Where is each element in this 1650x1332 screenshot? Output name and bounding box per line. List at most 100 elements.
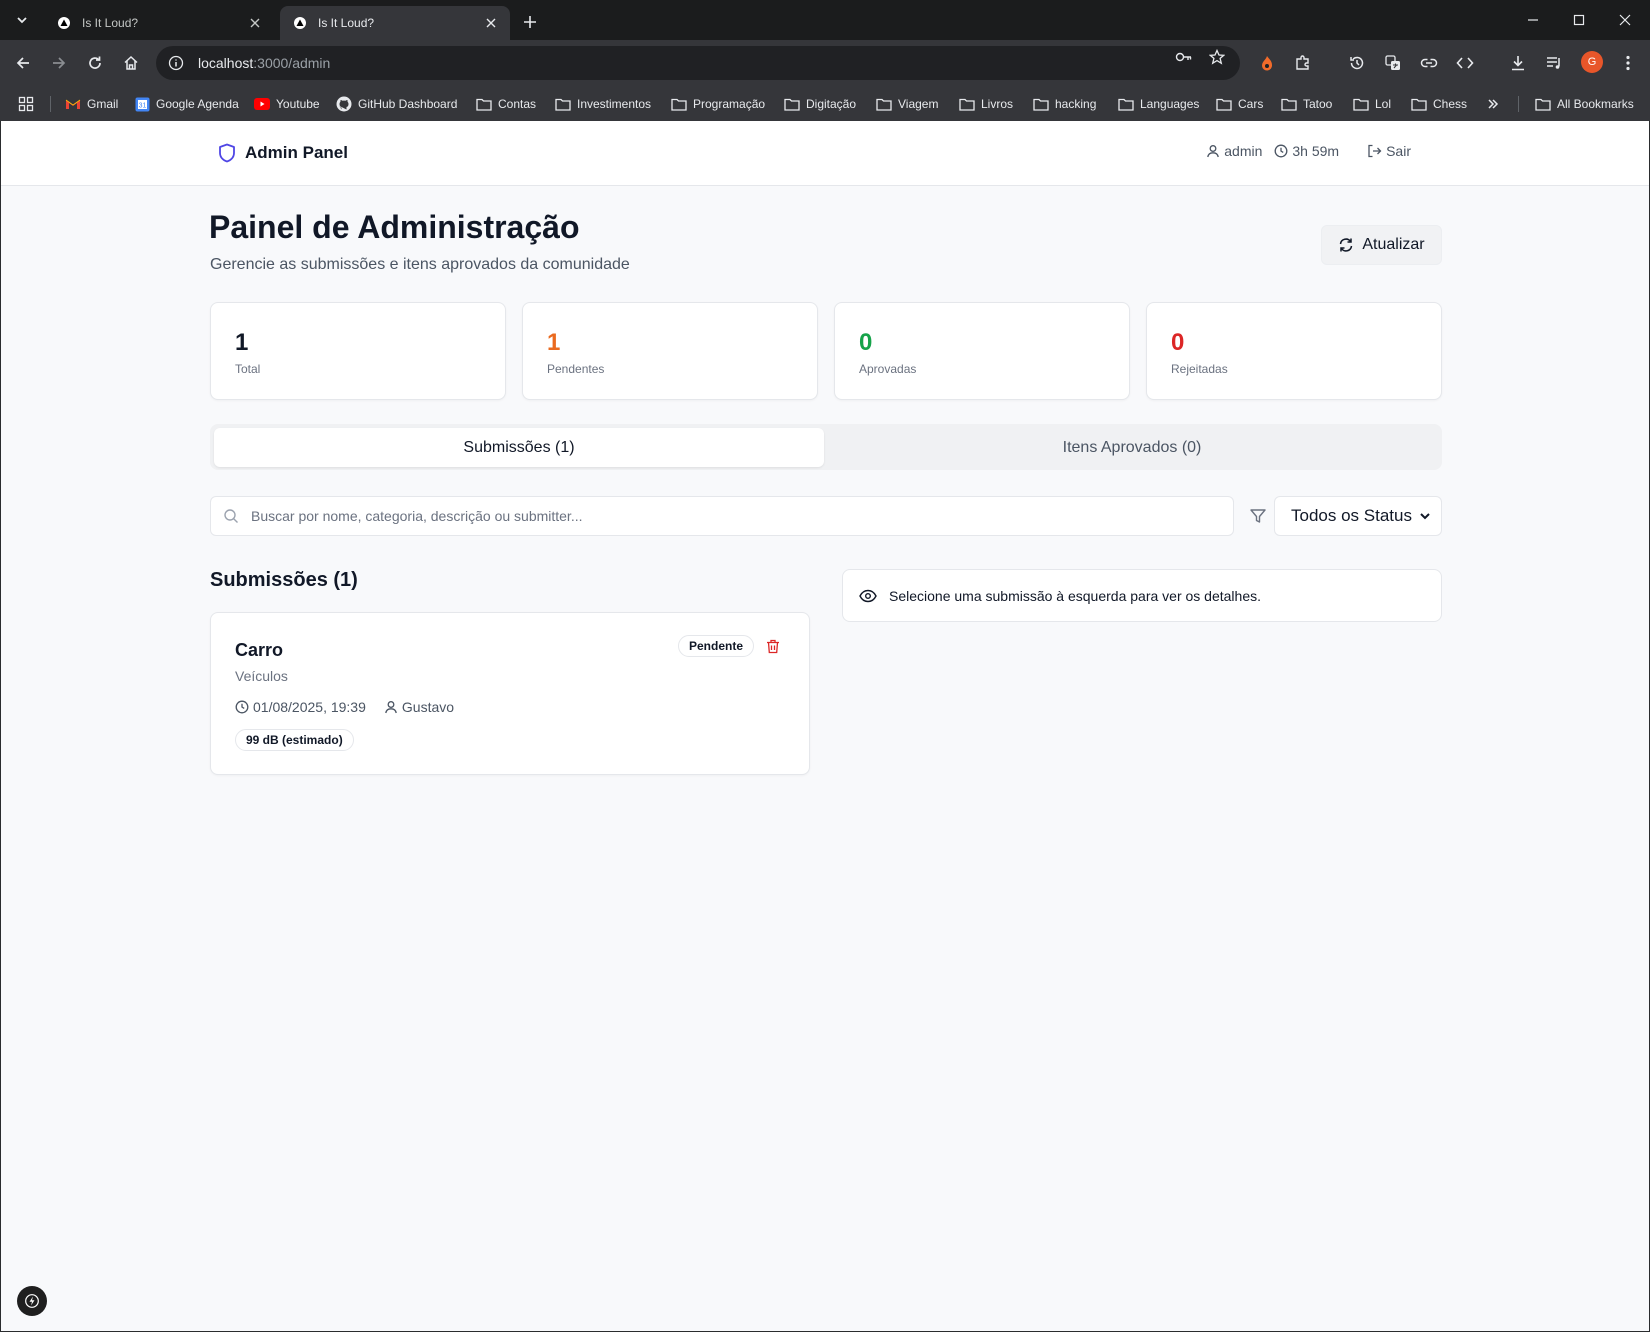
stat-label: Rejeitadas — [1171, 362, 1228, 376]
all-bookmarks-label: All Bookmarks — [1557, 97, 1634, 111]
close-tab-icon[interactable] — [246, 14, 264, 32]
history-button[interactable] — [1343, 49, 1371, 77]
folder-icon — [1033, 96, 1049, 112]
dev-tools-indicator[interactable] — [17, 1286, 47, 1316]
folder-icon — [1281, 96, 1297, 112]
close-window-button[interactable] — [1602, 0, 1648, 40]
brand-title: Admin Panel — [245, 143, 348, 162]
bookmark-folder-cars[interactable]: Cars — [1216, 94, 1263, 114]
status-badge: Pendente — [678, 635, 755, 657]
clock-icon — [1274, 144, 1288, 158]
history-icon — [1350, 56, 1364, 70]
bookmark-label: Lol — [1375, 97, 1392, 111]
username: admin — [1224, 143, 1263, 159]
site-info-icon[interactable] — [168, 55, 184, 71]
bookmark-label: Investimentos — [577, 97, 652, 111]
bookmark-folder-contas[interactable]: Contas — [476, 94, 536, 114]
devtools-button[interactable] — [1451, 49, 1479, 77]
bookmark-folder-digitacao[interactable]: Digitação — [784, 94, 856, 114]
tab-strip: Is It Loud? Is It Loud? — [0, 0, 1650, 40]
tab-submissions[interactable]: Submissões (1) — [214, 428, 824, 467]
media-control-button[interactable] — [1540, 49, 1568, 77]
browser-menu-button[interactable] — [1614, 49, 1642, 77]
bookmarks-divider — [50, 96, 51, 112]
extensions-button[interactable] — [1289, 49, 1317, 77]
stat-card-rejected: 0 Rejeitadas — [1146, 302, 1442, 400]
session-remaining: 3h 59m — [1292, 143, 1340, 159]
stat-card-pending: 1 Pendentes — [522, 302, 818, 400]
submission-card[interactable]: Carro Veículos 01/08/2025, 19:39 Gustavo… — [210, 612, 810, 775]
refresh-button[interactable]: Atualizar — [1321, 225, 1442, 265]
bookmark-folder-chess[interactable]: Chess — [1411, 94, 1467, 114]
bookmark-label: Programação — [693, 97, 766, 111]
all-bookmarks-button[interactable]: All Bookmarks — [1535, 94, 1634, 114]
detail-empty-text: Selecione uma submissão à esquerda para … — [889, 587, 1261, 604]
chevron-down-icon — [17, 17, 27, 24]
bookmark-google-agenda[interactable]: 31 Google Agenda — [134, 94, 239, 114]
minimize-button[interactable] — [1510, 0, 1556, 40]
url-host: localhost — [198, 55, 254, 71]
brand[interactable]: Admin Panel — [218, 143, 348, 163]
lightning-icon — [25, 1294, 39, 1308]
bookmark-folder-lol[interactable]: Lol — [1353, 94, 1391, 114]
folder-icon — [671, 96, 687, 112]
copy-link-button[interactable] — [1415, 49, 1443, 77]
apps-button[interactable] — [18, 94, 34, 114]
github-icon — [336, 96, 352, 112]
bookmark-label: Viagem — [898, 97, 939, 111]
forward-button[interactable] — [45, 49, 73, 77]
folder-icon — [959, 96, 975, 112]
folder-icon — [1118, 96, 1134, 112]
submission-submitter: Gustavo — [384, 699, 454, 715]
bookmark-folder-programacao[interactable]: Programação — [671, 94, 765, 114]
bookmark-folder-tatoo[interactable]: Tatoo — [1281, 94, 1332, 114]
bookmark-folder-languages[interactable]: Languages — [1118, 94, 1199, 114]
back-button[interactable] — [9, 49, 37, 77]
page-title: Painel de Administração — [209, 209, 580, 245]
search-input[interactable] — [251, 508, 1233, 524]
address-bar[interactable]: localhost:3000/admin — [156, 46, 1240, 80]
trash-icon[interactable] — [766, 639, 780, 654]
stat-card-approved: 0 Aprovadas — [834, 302, 1130, 400]
session-timer: 3h 59m — [1274, 143, 1339, 159]
browser-tab-1[interactable]: Is It Loud? — [44, 6, 274, 40]
stat-value: 1 — [235, 329, 249, 356]
puzzle-icon — [1296, 55, 1309, 70]
bookmark-label: GitHub Dashboard — [358, 97, 458, 111]
bookmark-folder-livros[interactable]: Livros — [959, 94, 1013, 114]
search-icon — [224, 509, 238, 523]
bookmark-label: Livros — [981, 97, 1014, 111]
log-out-icon — [1368, 144, 1382, 158]
translate-button[interactable] — [1379, 49, 1407, 77]
close-tab-icon[interactable] — [482, 14, 500, 32]
bookmark-folder-viagem[interactable]: Viagem — [876, 94, 938, 114]
profile-avatar[interactable]: G — [1581, 51, 1603, 73]
bookmark-folder-hacking[interactable]: hacking — [1033, 94, 1096, 114]
bookmark-label: hacking — [1055, 97, 1097, 111]
reload-button[interactable] — [81, 49, 109, 77]
more-bookmarks-button[interactable] — [1487, 94, 1499, 114]
extension-button-1[interactable] — [1253, 49, 1281, 77]
browser-tab-2[interactable]: Is It Loud? — [280, 6, 510, 40]
bookmark-github-dashboard[interactable]: GitHub Dashboard — [336, 94, 457, 114]
downloads-button[interactable] — [1504, 49, 1532, 77]
extension-flame-icon — [1262, 56, 1273, 71]
bookmark-youtube[interactable]: Youtube — [254, 94, 320, 114]
bookmark-star-icon[interactable] — [1203, 49, 1231, 65]
tab-search-button[interactable] — [10, 8, 34, 32]
tab-title: Is It Loud? — [82, 16, 139, 30]
browser-toolbar: localhost:3000/admin G — [0, 40, 1650, 86]
password-key-icon[interactable] — [1170, 49, 1198, 65]
new-tab-button[interactable] — [518, 10, 542, 34]
tab-approved-items[interactable]: Itens Aprovados (0) — [827, 428, 1437, 467]
home-button[interactable] — [117, 49, 145, 77]
maximize-button[interactable] — [1556, 0, 1602, 40]
bookmark-gmail[interactable]: Gmail — [65, 94, 118, 114]
logout-button[interactable]: Sair — [1367, 143, 1411, 159]
search-box — [210, 496, 1234, 536]
home-icon — [124, 55, 138, 70]
status-filter-select[interactable]: Todos os Status — [1274, 496, 1442, 536]
bookmark-folder-investimentos[interactable]: Investimentos — [555, 94, 651, 114]
app-header: Admin Panel admin 3h 59m Sair — [1, 121, 1649, 186]
download-icon — [1512, 56, 1524, 71]
